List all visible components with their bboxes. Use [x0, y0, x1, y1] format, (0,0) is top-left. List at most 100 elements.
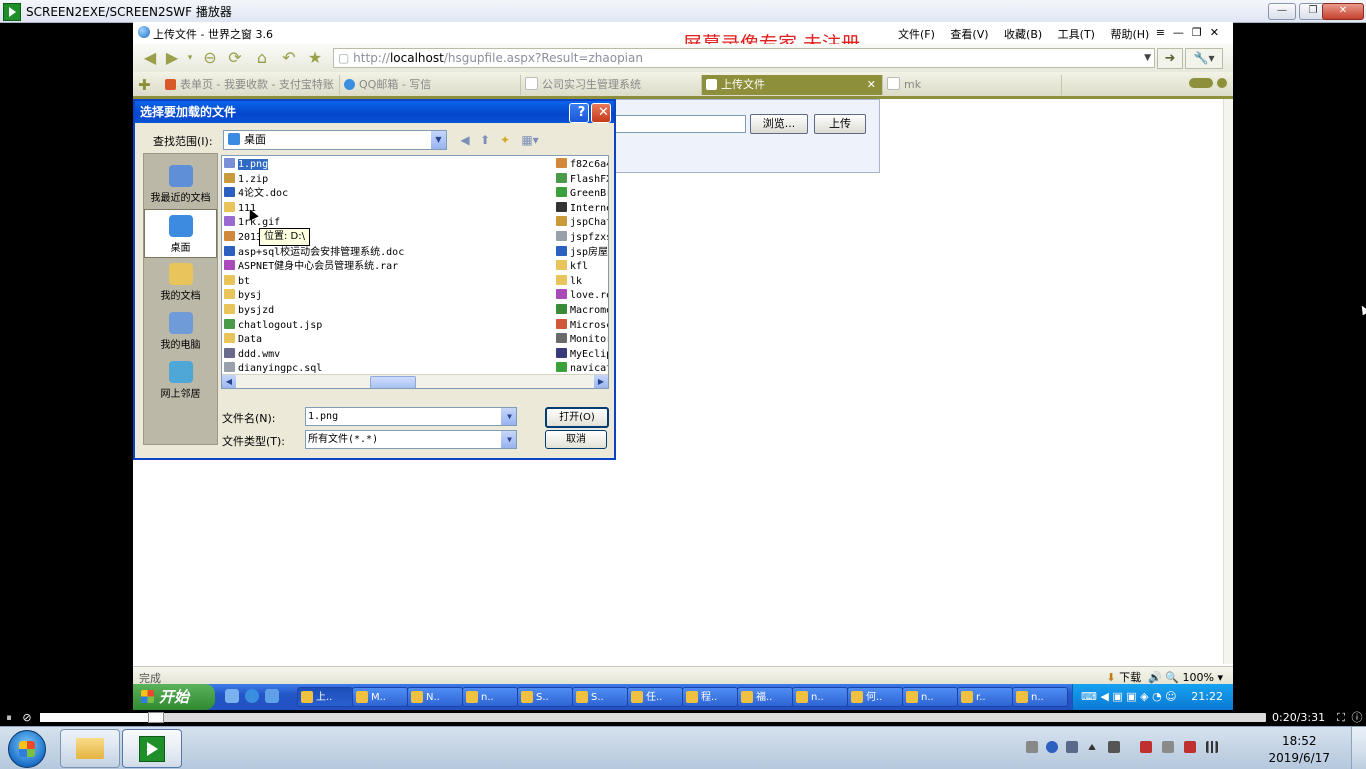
place-item[interactable]: 我最近的文档 [144, 160, 217, 209]
browse-button[interactable]: 浏览... [750, 114, 808, 134]
filename-input[interactable]: 1.png ▼ [305, 407, 517, 426]
tab-intern-system[interactable]: 公司实习生管理系统 [521, 75, 702, 95]
file-item[interactable]: bysjzd [224, 304, 274, 318]
undo-icon[interactable]: ↶ [280, 49, 298, 67]
scroll-thumb[interactable] [370, 376, 416, 388]
file-item[interactable]: jspfzxs [556, 231, 608, 245]
cancel-button[interactable]: 取消 [545, 430, 607, 449]
fullscreen-icon[interactable]: ⛶ [1334, 711, 1348, 725]
start-button[interactable]: 开始 [133, 684, 215, 710]
tray-icons[interactable]: ⌨ ◀ ▣ ▣ ◈ ◔ ☺ [1081, 690, 1177, 703]
place-item[interactable]: 网上邻居 [144, 356, 217, 405]
upload-button[interactable]: 上传 [814, 114, 866, 134]
close-button[interactable]: ✕ [1322, 3, 1364, 20]
file-item[interactable]: Macrome [556, 304, 608, 318]
file-item[interactable]: chatlogout.jsp [224, 318, 322, 333]
xp-task-button[interactable]: n.. [462, 687, 518, 707]
file-item[interactable]: Microsc [556, 318, 608, 333]
new-folder-icon[interactable]: ✦ [497, 132, 513, 148]
up-folder-icon[interactable]: ⬆ [477, 132, 493, 148]
tab-upload-file[interactable]: 上传文件 ✕ [702, 75, 883, 95]
file-item[interactable]: bysj [224, 289, 262, 303]
file-item[interactable]: jsp房屋 [556, 245, 608, 260]
minimize-button[interactable]: — [1268, 3, 1296, 20]
file-item[interactable]: ASPNET健身中心会员管理系统.rar [224, 260, 398, 274]
scroll-right-icon[interactable]: ▶ [594, 375, 608, 388]
stop-icon[interactable]: ⊘ [20, 711, 34, 725]
open-button[interactable]: 打开(O) [545, 407, 609, 428]
quicklaunch-icon[interactable] [225, 689, 239, 703]
favorite-star-icon[interactable]: ★ [306, 49, 324, 67]
tab-alipay[interactable]: 表单页 - 我要收款 - 支付宝特账 [161, 75, 340, 95]
file-item[interactable]: FlashFX [556, 172, 608, 187]
back-icon[interactable]: ◀ [141, 49, 159, 67]
filetype-select[interactable]: 所有文件(*.*) ▼ [305, 430, 517, 449]
back-icon[interactable]: ◀ [457, 132, 473, 148]
info-icon[interactable]: ⓘ [1350, 711, 1364, 725]
xp-task-button[interactable]: N.. [407, 687, 463, 707]
menu-help[interactable]: 帮助(H) [1110, 28, 1149, 41]
refresh-icon[interactable]: ⟳ [226, 49, 244, 67]
file-item[interactable]: ddd.wmv [224, 347, 280, 362]
menu-tools[interactable]: 工具(T) [1058, 28, 1095, 41]
file-item[interactable]: kfl [556, 260, 588, 274]
tab-menu-icon[interactable] [1217, 78, 1227, 88]
flag-icon[interactable] [1184, 741, 1196, 753]
file-item[interactable]: Monitor [556, 333, 608, 347]
windows-start-orb-icon[interactable] [8, 730, 46, 768]
file-item[interactable]: 1.png [224, 158, 269, 172]
file-list[interactable]: 1.png1.zip4论文.doc1111rk.gif2013 23.jpgas… [221, 155, 609, 389]
xp-task-button[interactable]: 何.. [847, 687, 903, 707]
file-item[interactable]: lk [556, 274, 582, 289]
view-menu-icon[interactable]: ▦▾ [519, 132, 541, 148]
network-device-icon[interactable] [1108, 741, 1120, 753]
page-scrollbar[interactable] [1223, 99, 1233, 664]
file-item[interactable]: Data [224, 333, 262, 347]
quicklaunch-icon[interactable] [245, 689, 259, 703]
win7-clock[interactable]: 18:52 2019/6/17 [1268, 733, 1330, 767]
scroll-left-icon[interactable]: ◀ [222, 375, 236, 388]
file-path-input[interactable] [614, 115, 746, 133]
file-item[interactable]: 4论文.doc [224, 187, 288, 201]
tab-close-icon[interactable]: ✕ [867, 75, 876, 95]
tools-button[interactable]: 🔧▾ [1185, 48, 1223, 69]
download-label[interactable]: 下载 [1119, 671, 1141, 684]
file-item[interactable]: f82c6a4 [556, 158, 608, 172]
keyboard-icon[interactable] [1026, 741, 1038, 753]
xp-task-button[interactable]: 上.. [297, 687, 353, 707]
xp-task-button[interactable]: M.. [352, 687, 408, 707]
xp-task-button[interactable]: n.. [1012, 687, 1068, 707]
look-in-select[interactable]: 桌面 ▼ [223, 130, 447, 150]
pause-icon[interactable]: ⏸ [2, 711, 16, 725]
player-taskbar-button[interactable] [122, 729, 182, 768]
file-item[interactable]: asp+sql校运动会安排管理系统.doc [224, 245, 404, 260]
xp-task-button[interactable]: 任.. [627, 687, 683, 707]
xp-task-button[interactable]: 福.. [737, 687, 793, 707]
file-list-scrollbar[interactable]: ◀ ▶ [222, 374, 608, 388]
xp-task-button[interactable]: S.. [572, 687, 628, 707]
menu-favorites[interactable]: 收藏(B) [1004, 28, 1042, 41]
xp-task-button[interactable]: r.. [957, 687, 1013, 707]
forward-icon[interactable]: ▶ [163, 49, 181, 67]
chevron-down-icon[interactable]: ▼ [431, 131, 446, 149]
go-button[interactable]: ➜ [1157, 48, 1183, 69]
place-item[interactable]: 我的电脑 [144, 307, 217, 356]
add-tab-icon[interactable]: ✚ [138, 75, 151, 95]
tab-qqmail[interactable]: QQ邮箱 - 写信 [340, 75, 521, 95]
chevron-down-icon[interactable]: ▼ [1144, 49, 1151, 67]
place-item[interactable]: 我的文档 [144, 258, 217, 307]
file-item[interactable]: Interne [556, 201, 608, 216]
file-item[interactable]: GreenBr [556, 187, 608, 201]
address-bar[interactable]: ▢ http://localhost/hsgupfile.aspx?Result… [333, 48, 1155, 68]
home-icon[interactable]: ⌂ [253, 49, 271, 67]
tray-expand-icon[interactable] [1088, 744, 1096, 750]
show-desktop-button[interactable] [1351, 727, 1366, 769]
xp-task-button[interactable]: n.. [902, 687, 958, 707]
tab-mk[interactable]: mk [883, 75, 1062, 95]
help-button[interactable]: ? [569, 103, 589, 123]
tab-scroll-icon[interactable] [1189, 78, 1213, 88]
chevron-down-icon[interactable]: ▼ [501, 431, 516, 448]
file-item[interactable]: bt [224, 274, 250, 289]
chevron-down-icon[interactable]: ▾ [181, 49, 199, 67]
signal-icon[interactable] [1206, 741, 1218, 753]
